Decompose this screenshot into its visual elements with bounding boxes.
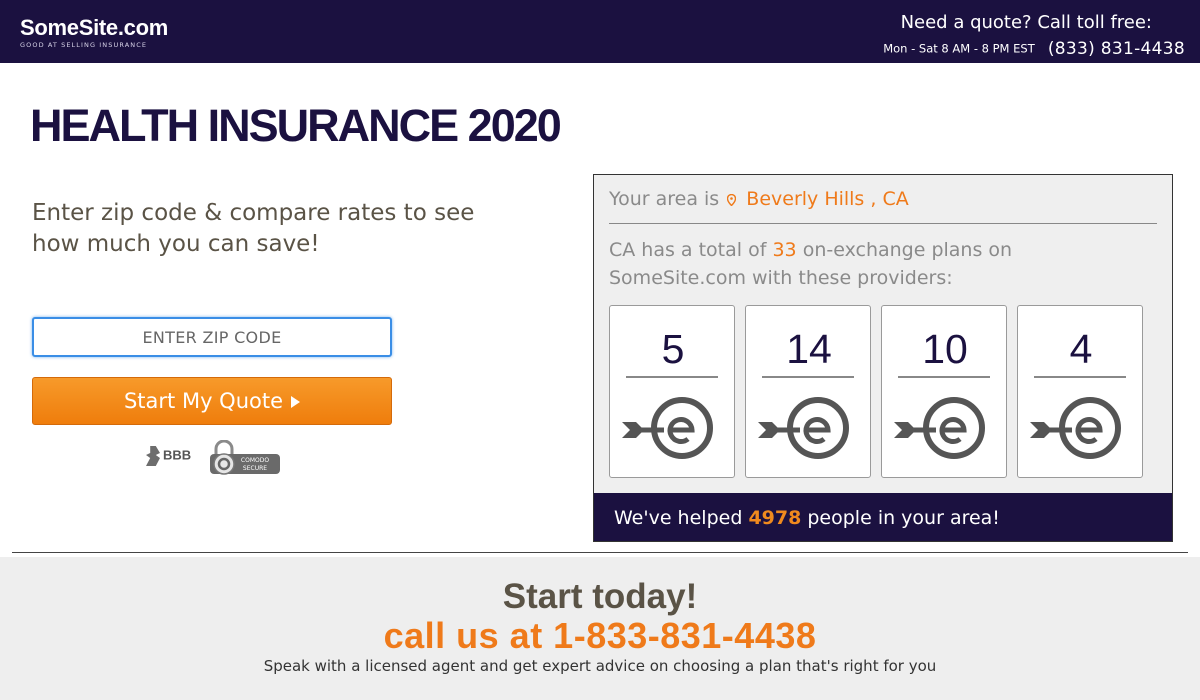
agent-advice-text: Speak with a licensed agent and get expe… bbox=[263, 657, 937, 675]
helped-count: 4978 bbox=[748, 507, 802, 529]
provider-card[interactable]: 10 bbox=[881, 305, 1007, 478]
exchange-e-logo-icon bbox=[622, 397, 713, 459]
logo-tagline: GOOD AT SELLING INSURANCE bbox=[20, 41, 148, 49]
exchange-e-logo-icon bbox=[758, 397, 849, 459]
helped-banner: We've helped 4978 people in your area! bbox=[594, 493, 1172, 541]
provider-plan-count: 5 bbox=[661, 326, 685, 372]
trust-badges: BBB COMODO SECURE bbox=[146, 440, 286, 478]
secure-label: SECURE bbox=[243, 465, 267, 472]
helped-suffix: people in your area! bbox=[807, 507, 1000, 529]
start-quote-button[interactable]: Start My Quote bbox=[32, 377, 392, 425]
call-to-action-footer: Start today! call us at 1-833-831-4438 S… bbox=[0, 557, 1200, 700]
quote-cta-text: Need a quote? Call toll free: bbox=[900, 12, 1152, 33]
area-info-panel: Your area is Beverly Hills , CA CA has a… bbox=[593, 174, 1173, 542]
top-header-bar: SomeSite.com GOOD AT SELLING INSURANCE N… bbox=[0, 0, 1200, 63]
provider-plan-count: 10 bbox=[922, 326, 968, 372]
total-plans-count: 33 bbox=[772, 239, 797, 261]
card-divider bbox=[898, 376, 990, 378]
header-phone-link[interactable]: (833) 831-4438 bbox=[1048, 39, 1185, 59]
hours-phone-line: Mon - Sat 8 AM - 8 PM EST (833) 831-4438 bbox=[883, 38, 1185, 59]
site-logo[interactable]: SomeSite.com GOOD AT SELLING INSURANCE bbox=[20, 15, 168, 49]
card-divider bbox=[1034, 376, 1126, 378]
play-arrow-icon bbox=[291, 396, 301, 408]
provider-card[interactable]: 14 bbox=[745, 305, 871, 478]
map-pin-icon bbox=[727, 194, 737, 206]
panel-divider bbox=[609, 223, 1157, 224]
exchange-e-logo-icon bbox=[1030, 397, 1121, 459]
business-hours: Mon - Sat 8 AM - 8 PM EST bbox=[883, 41, 1035, 56]
bbb-label: BBB bbox=[163, 447, 192, 463]
provider-plan-count: 14 bbox=[786, 326, 832, 372]
call-us-phone-link[interactable]: call us at 1-833-831-4438 bbox=[0, 615, 1200, 657]
provider-plan-count: 4 bbox=[1069, 326, 1093, 372]
bbb-torch-icon bbox=[146, 446, 160, 466]
helped-prefix: We've helped bbox=[614, 507, 743, 529]
provider-card[interactable]: 4 bbox=[1017, 305, 1143, 478]
area-prefix: Your area is bbox=[609, 188, 720, 210]
area-location-link[interactable]: Beverly Hills , CA bbox=[746, 188, 908, 210]
exchange-e-logo-icon bbox=[894, 397, 985, 459]
start-quote-label: Start My Quote bbox=[123, 389, 284, 413]
comodo-secure-badge: COMODO SECURE bbox=[210, 440, 280, 475]
zip-prompt-subhead: Enter zip code & compare rates to see ho… bbox=[32, 200, 475, 257]
logo-name: SomeSite.com bbox=[20, 15, 169, 40]
zip-code-input[interactable] bbox=[32, 317, 392, 357]
provider-cards: 5 14 10 4 bbox=[609, 305, 1149, 478]
start-today-heading: Start today! bbox=[502, 577, 698, 616]
card-divider bbox=[626, 376, 718, 378]
comodo-label: COMODO bbox=[241, 457, 269, 464]
page-title: HEALTH INSURANCE 2020 bbox=[30, 100, 562, 151]
total-prefix: CA has a total of bbox=[609, 239, 767, 261]
area-line: Your area is Beverly Hills , CA bbox=[609, 188, 909, 210]
bbb-badge: BBB bbox=[146, 446, 191, 466]
section-divider bbox=[12, 552, 1188, 553]
card-divider bbox=[762, 376, 854, 378]
provider-card[interactable]: 5 bbox=[609, 305, 735, 478]
plans-total-text: CA has a total of 33 on-exchange plans o… bbox=[609, 236, 1149, 292]
